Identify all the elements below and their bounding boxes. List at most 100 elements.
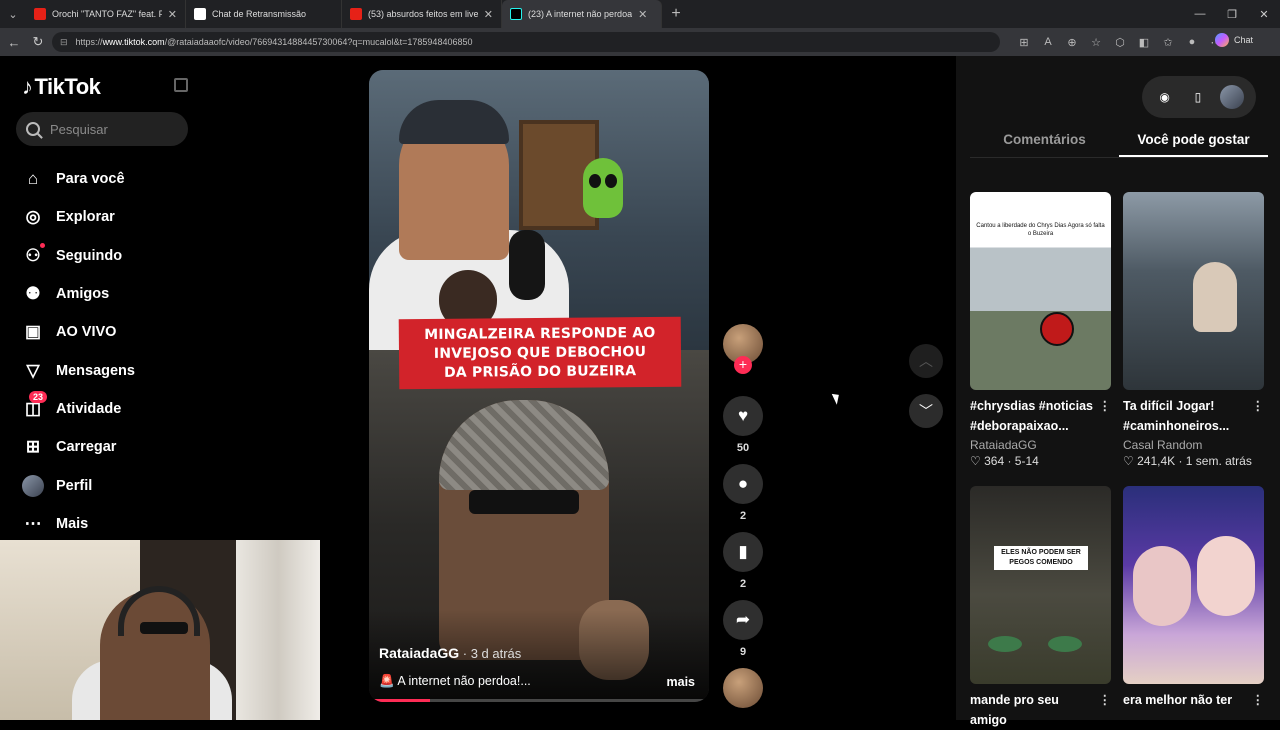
url-prefix: https://: [75, 37, 103, 47]
card-title[interactable]: #chrysdias #noticias #deborapaixao... ⋮: [970, 396, 1111, 436]
comment-action[interactable]: ● 2: [723, 464, 763, 524]
restore-icon[interactable]: ❐: [1216, 0, 1248, 28]
music-disc-avatar[interactable]: [723, 668, 763, 708]
card-title-text: era melhor não ter: [1123, 693, 1233, 707]
recommended-card[interactable]: era melhor não ter ⋮: [1123, 486, 1264, 710]
translate-icon[interactable]: A: [1036, 36, 1060, 48]
video-progress-bar[interactable]: [369, 699, 709, 702]
sidebar-item-label: AO VIVO: [56, 324, 117, 341]
like-action[interactable]: ♥ 50: [723, 396, 763, 456]
sidebar: ♪ TikTok Pesquisar ⌂ Para você ◎ Explora…: [0, 56, 320, 720]
tab-title: (23) A internet não perdoa: [528, 9, 633, 19]
sidebar-item-para-voce[interactable]: ⌂ Para você: [20, 160, 300, 198]
video-description: 🚨 A internet não perdoa!...: [379, 674, 531, 688]
sidebar-item-seguindo[interactable]: ⚇ Seguindo: [20, 237, 300, 275]
copilot-chat-button[interactable]: Chat: [1215, 33, 1253, 47]
sidebar-item-atividade[interactable]: ◫ 23 Atividade: [20, 390, 300, 428]
follow-plus-icon[interactable]: +: [734, 356, 752, 374]
save-action[interactable]: ▮ 2: [723, 532, 763, 592]
video-thumbnail[interactable]: ELES NÃO PODEM SER PEGOS COMENDO: [970, 486, 1111, 684]
split-screen-icon[interactable]: ◧: [1132, 36, 1156, 49]
close-window-icon[interactable]: ✕: [1248, 0, 1280, 28]
card-title[interactable]: era melhor não ter ⋮: [1123, 690, 1264, 710]
card-menu-icon[interactable]: ⋮: [1099, 396, 1112, 416]
site-info-icon[interactable]: ⊟: [60, 37, 68, 48]
app-available-icon[interactable]: ⊞: [1012, 36, 1036, 49]
card-menu-icon[interactable]: ⋮: [1252, 690, 1265, 710]
tab-search-chevron-icon[interactable]: ⌄: [0, 0, 26, 28]
search-icon: [26, 122, 40, 136]
video-author[interactable]: RataiadaGG · 3 d atrás: [379, 645, 521, 661]
phone-app-icon[interactable]: ▯: [1187, 86, 1209, 108]
profile-icon[interactable]: ●: [1180, 36, 1204, 48]
avatar[interactable]: [1220, 85, 1245, 109]
sidebar-item-mais[interactable]: ⋯ Mais: [20, 505, 300, 543]
sidebar-item-perfil[interactable]: Perfil: [20, 466, 300, 504]
browser-tab-2[interactable]: Chat de Retransmissão: [186, 0, 342, 28]
card-title[interactable]: mande pro seu amigo ⋮: [970, 690, 1111, 730]
sidebar-item-carregar[interactable]: ⊞ Carregar: [20, 428, 300, 466]
youtube-icon: [34, 8, 46, 20]
close-tab-icon[interactable]: ✕: [484, 8, 493, 21]
brand-name: TikTok: [34, 74, 101, 99]
tiktok-icon: [510, 8, 522, 20]
more-caption-link[interactable]: mais: [667, 675, 696, 689]
video-thumbnail[interactable]: [1123, 192, 1264, 390]
following-icon: ⚇: [20, 242, 46, 269]
reload-icon[interactable]: ↻: [26, 30, 50, 54]
share-action[interactable]: ➦ 9: [723, 600, 763, 660]
bookmark-icon[interactable]: ▮: [723, 532, 763, 572]
sidebar-item-mensagens[interactable]: ▽ Mensagens: [20, 351, 300, 389]
search-input[interactable]: Pesquisar: [16, 112, 188, 146]
browser-tab-1[interactable]: Orochi "TANTO FAZ" feat. PL ✕: [26, 0, 186, 28]
video-thumbnail[interactable]: Cantou a liberdade do Chrys Dias Agora s…: [970, 192, 1111, 390]
recommended-card[interactable]: Ta difícil Jogar! #caminhoneiros... ⋮ Cas…: [1123, 192, 1264, 468]
recommended-card[interactable]: ELES NÃO PODEM SER PEGOS COMENDO mande p…: [970, 486, 1111, 730]
collapse-sidebar-icon[interactable]: [174, 78, 188, 92]
creator-avatar[interactable]: +: [723, 324, 763, 374]
previous-video-chevron-up-icon[interactable]: ︿: [909, 344, 943, 378]
card-stats: ♡ 241,4K · 1 sem. atrás: [1123, 454, 1252, 468]
next-video-chevron-down-icon[interactable]: ﹀: [909, 394, 943, 428]
heart-icon[interactable]: ♥: [723, 396, 763, 436]
tab-comentarios[interactable]: Comentários: [970, 128, 1119, 157]
author-name[interactable]: RataiadaGG: [379, 645, 459, 661]
favorite-star-icon[interactable]: ☆: [1084, 36, 1108, 49]
thumbnail-plate: [988, 636, 1022, 652]
back-icon[interactable]: ←: [2, 30, 26, 54]
favorites-icon[interactable]: ✩: [1156, 36, 1180, 49]
card-title[interactable]: Ta difícil Jogar! #caminhoneiros... ⋮: [1123, 396, 1264, 436]
minimize-icon[interactable]: —: [1184, 0, 1216, 28]
browser-tab-4[interactable]: (23) A internet não perdoa ✕: [502, 0, 662, 28]
upload-icon: ⊞: [25, 437, 41, 457]
video-thumbnail[interactable]: [1123, 486, 1264, 684]
zoom-icon[interactable]: ⊕: [1060, 36, 1084, 49]
card-menu-icon[interactable]: ⋮: [1252, 396, 1265, 416]
coin-icon[interactable]: ◉: [1154, 86, 1176, 108]
new-tab-icon[interactable]: +: [662, 5, 690, 23]
video-microphone: [509, 230, 545, 300]
sidebar-item-ao-vivo[interactable]: ▣ AO VIVO: [20, 313, 300, 351]
card-author[interactable]: Casal Random: [1123, 438, 1264, 452]
comment-count: 2: [739, 510, 747, 522]
recommended-card[interactable]: Cantou a liberdade do Chrys Dias Agora s…: [970, 192, 1111, 468]
activity-icon: ◫ 23: [20, 390, 48, 422]
tab-voce-pode-gostar[interactable]: Você pode gostar: [1119, 128, 1268, 157]
webcam-background-curtain: [236, 540, 320, 720]
sidebar-item-amigos[interactable]: ⚉ Amigos: [20, 275, 300, 313]
share-icon[interactable]: ➦: [723, 600, 763, 640]
url-field[interactable]: ⊟ https://www.tiktok.com/@rataiadaaofc/v…: [52, 32, 1000, 52]
browser-tab-3[interactable]: (53) absurdos feitos em lives irl - ✕: [342, 0, 502, 28]
card-menu-icon[interactable]: ⋮: [1099, 690, 1112, 710]
comment-icon[interactable]: ●: [723, 464, 763, 504]
video-top-frame: [369, 70, 709, 350]
friends-icon: ⚉: [25, 284, 41, 304]
extensions-icon[interactable]: ⬡: [1108, 36, 1132, 49]
close-tab-icon[interactable]: ✕: [168, 8, 177, 21]
video-player[interactable]: MINGALZEIRA RESPONDE AO INVEJOSO QUE DEB…: [369, 70, 709, 702]
card-author[interactable]: RataiadaGG: [970, 438, 1111, 452]
card-title-text: mande pro seu amigo: [970, 693, 1059, 727]
close-tab-icon[interactable]: ✕: [638, 8, 647, 21]
tiktok-logo[interactable]: ♪ TikTok: [22, 74, 101, 100]
sidebar-item-explorar[interactable]: ◎ Explorar: [20, 198, 300, 236]
